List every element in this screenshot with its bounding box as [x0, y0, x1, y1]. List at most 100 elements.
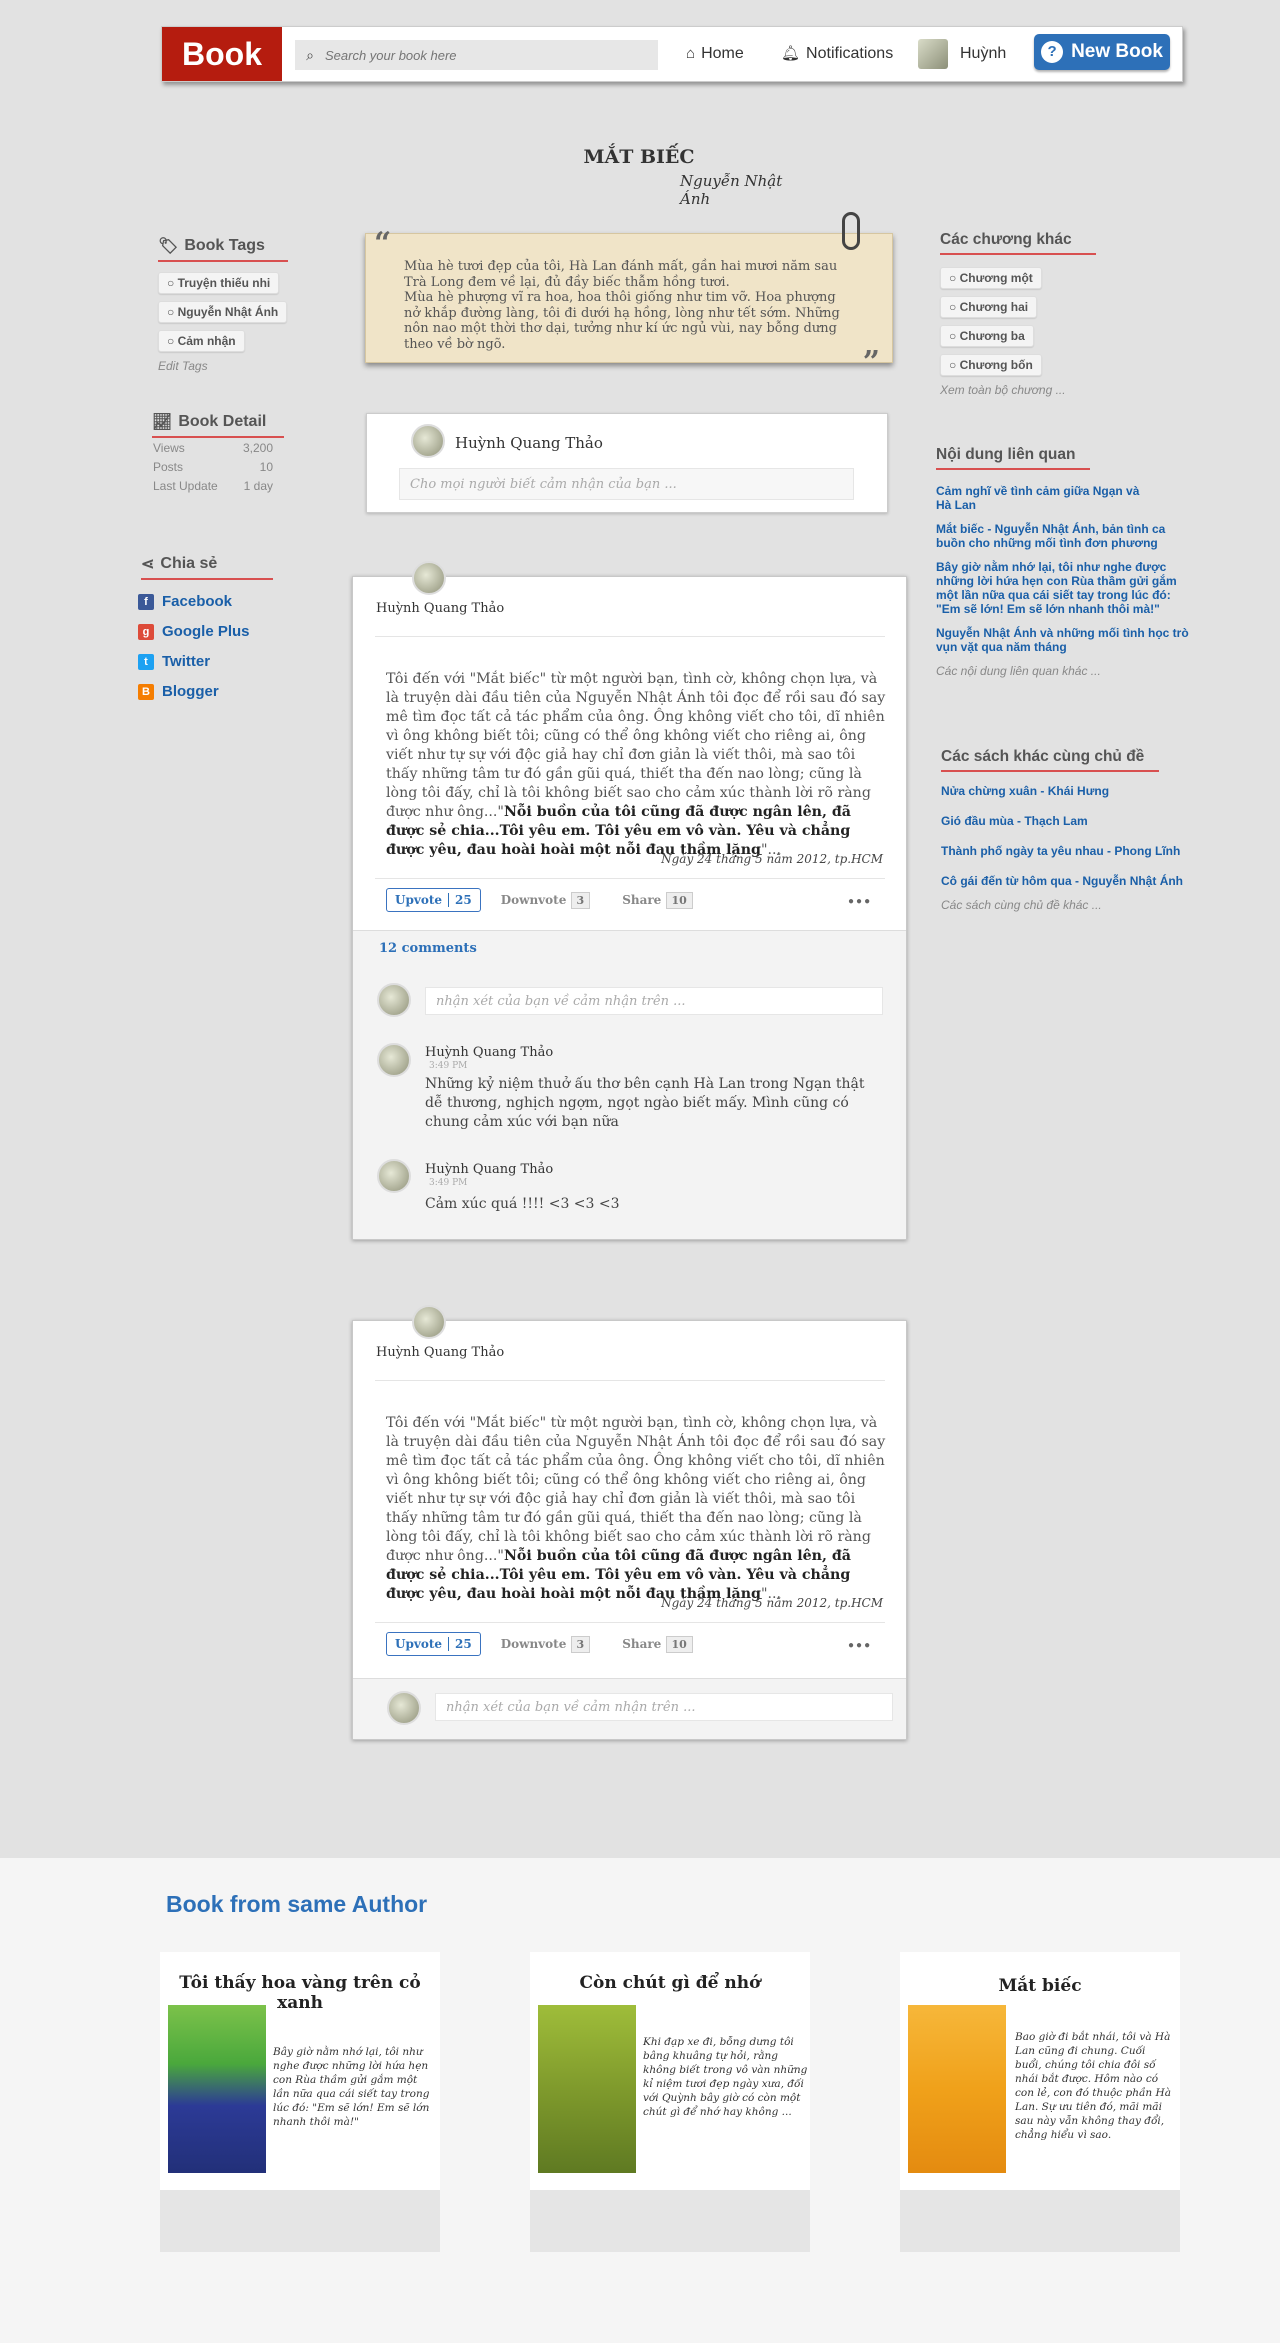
chapter-link[interactable]: Chương ba — [940, 325, 1034, 347]
composer-input[interactable]: Cho mọi người biết cảm nhận của bạn ... — [399, 468, 854, 500]
related-link[interactable]: Cảm nghĩ về tình cảm giữa Ngạn và Hà Lan — [936, 484, 1146, 512]
book-plus-icon: ? — [1041, 41, 1064, 63]
comment-text: Cảm xúc quá !!!! <3 <3 <3 — [425, 1196, 620, 1212]
divider — [375, 1622, 885, 1623]
comment-time: 3:49 PM — [429, 1061, 468, 1071]
book-detail-heading: 📈︎ Book Detail — [152, 412, 284, 438]
book-cover[interactable] — [538, 2005, 636, 2173]
upvote-button[interactable]: Upvote 25 — [386, 1632, 481, 1656]
same-topic-link[interactable]: Nửa chừng xuân - Khái Hưng — [941, 784, 1211, 798]
related-link[interactable]: Bây giờ nằm nhớ lại, tôi như nghe được n… — [936, 560, 1186, 616]
comment-author[interactable]: Huỳnh Quang Thảo — [425, 1045, 553, 1060]
card-footer — [160, 2190, 440, 2252]
composer-name: Huỳnh Quang Thảo — [455, 434, 603, 452]
detail-row: Posts 10 — [153, 460, 273, 474]
paperclip-icon — [842, 212, 860, 250]
share-googleplus[interactable]: g Google Plus — [138, 623, 250, 640]
related-link[interactable]: Mắt biếc - Nguyễn Nhật Ánh, bản tình ca … — [936, 522, 1171, 550]
detail-row: Last Update 1 day — [153, 479, 273, 493]
chapters-section: Các chương khác Chương một Chương hai Ch… — [940, 231, 1096, 397]
card-text: Bây giờ nằm nhớ lại, tôi như nghe được n… — [273, 2046, 430, 2128]
chapters-heading: Các chương khác — [940, 231, 1096, 255]
downvote-button[interactable]: Downvote 3 — [501, 892, 591, 909]
tags-heading: 🏷︎ Book Tags — [158, 236, 288, 262]
share-button[interactable]: Share 10 — [622, 892, 693, 909]
share-twitter[interactable]: t Twitter — [138, 653, 250, 670]
tag-item[interactable]: Nguyễn Nhật Ánh — [158, 301, 288, 323]
same-topic-section: Các sách khác cùng chủ đề Nửa chừng xuân… — [941, 748, 1211, 912]
related-section: Nội dung liên quan Cảm nghĩ về tình cảm … — [936, 446, 1206, 678]
comment-author[interactable]: Huỳnh Quang Thảo — [425, 1162, 553, 1177]
comment-avatar — [377, 1043, 411, 1077]
card-title[interactable]: Còn chút gì để nhớ — [530, 1973, 810, 1993]
tag-icon: 🏷︎ — [158, 238, 179, 255]
quote-line-1: Mùa hè tươi đẹp của tôi, Hà Lan đánh mất… — [404, 259, 838, 290]
upvote-button[interactable]: Upvote 25 — [386, 888, 481, 912]
tag-item[interactable]: Cảm nhận — [158, 330, 245, 352]
downvote-button[interactable]: Downvote 3 — [501, 1636, 591, 1653]
tags-section: 🏷︎ Book Tags — [158, 236, 288, 262]
card-footer — [900, 2190, 1180, 2252]
edit-tags-link[interactable]: Edit Tags — [158, 359, 287, 373]
post-date: Ngày 24 tháng 5 năm 2012, tp.HCM — [661, 1596, 883, 1610]
same-topic-link[interactable]: Gió đầu mùa - Thạch Lam — [941, 814, 1211, 828]
comments-count[interactable]: 12 comments — [379, 941, 477, 956]
post-avatar — [412, 1305, 446, 1339]
same-topic-link[interactable]: Cô gái đến từ hôm qua - Nguyễn Nhật Ánh — [941, 874, 1211, 888]
divider — [375, 878, 885, 879]
book-detail-list: Views 3,200 Posts 10 Last Update 1 day — [153, 441, 273, 498]
commenter-avatar — [377, 983, 411, 1017]
chapter-link[interactable]: Chương một — [940, 267, 1042, 289]
post-author[interactable]: Huỳnh Quang Thảo — [376, 601, 504, 616]
card-text: Khi đạp xe đi, bỗng dưng tôi bâng khuâng… — [643, 2036, 808, 2118]
logo[interactable]: Book — [162, 27, 282, 81]
nav-user[interactable]: Huỳnh — [918, 27, 1006, 81]
chapter-link[interactable]: Chương bốn — [940, 354, 1042, 376]
close-quote-icon: ” — [862, 344, 880, 380]
share-facebook[interactable]: f Facebook — [138, 593, 250, 610]
post-date: Ngày 24 tháng 5 năm 2012, tp.HCM — [661, 852, 883, 866]
share-button[interactable]: Share 10 — [622, 1636, 693, 1653]
home-icon: ⌂ — [686, 45, 696, 62]
comment-avatar — [377, 1159, 411, 1193]
book-cover[interactable] — [908, 2005, 1006, 2173]
post-composer: Huỳnh Quang Thảo Cho mọi người biết cảm … — [366, 413, 888, 513]
book-author[interactable]: Nguyễn Nhật Ánh — [680, 172, 800, 208]
facebook-icon: f — [138, 593, 154, 610]
post-body: Tôi đến với "Mắt biếc" từ một người bạn,… — [386, 671, 886, 858]
open-quote-icon: “ — [374, 226, 392, 261]
search-input[interactable] — [325, 47, 645, 63]
more-options-icon[interactable]: ●●● — [848, 1640, 872, 1651]
nav-notifications[interactable]: 🔔︎ Notifications — [781, 27, 893, 81]
top-header: Book ⌕ ⌂ Home 🔔︎ Notifications Huỳnh ? N… — [161, 26, 1183, 82]
more-options-icon[interactable]: ●●● — [848, 896, 872, 907]
same-topic-more-link[interactable]: Các sách cùng chủ đề khác ... — [941, 898, 1211, 912]
post-card: Huỳnh Quang Thảo Tôi đến với "Mắt biếc" … — [352, 1305, 907, 1740]
nav-home-label: Home — [701, 45, 744, 62]
new-book-button[interactable]: ? New Book — [1034, 34, 1170, 70]
comment-input[interactable]: nhận xét của bạn về cảm nhận trên ... — [435, 1693, 893, 1721]
book-cover[interactable] — [168, 2005, 266, 2173]
post-avatar — [412, 561, 446, 595]
card-title[interactable]: Mắt biếc — [900, 1976, 1180, 1996]
related-more-link[interactable]: Các nội dung liên quan khác ... — [936, 664, 1206, 678]
nav-home[interactable]: ⌂ Home — [686, 27, 744, 81]
tag-item[interactable]: Truyện thiếu nhi — [158, 272, 280, 294]
footer-title: Book from same Author — [166, 1891, 428, 1917]
search-box[interactable]: ⌕ — [295, 40, 658, 70]
same-topic-link[interactable]: Thành phố ngày ta yêu nhau - Phong Lĩnh — [941, 844, 1211, 858]
share-blogger[interactable]: B Blogger — [138, 683, 250, 700]
post-card: Huỳnh Quang Thảo Tôi đến với "Mắt biếc" … — [352, 561, 907, 1240]
related-link[interactable]: Nguyễn Nhật Ánh và những mối tình học tr… — [936, 626, 1198, 654]
related-heading: Nội dung liên quan — [936, 446, 1090, 470]
googleplus-icon: g — [138, 623, 154, 640]
share-heading: ⋖ Chia sẻ — [141, 554, 273, 580]
book-quote: “ ” Mùa hè tươi đẹp của tôi, Hà Lan đánh… — [365, 226, 893, 377]
chapter-link[interactable]: Chương hai — [940, 296, 1038, 318]
post-author[interactable]: Huỳnh Quang Thảo — [376, 1345, 504, 1360]
trend-icon: 📈︎ — [152, 414, 173, 431]
nav-user-label: Huỳnh — [960, 45, 1007, 62]
comment-input[interactable]: nhận xét của bạn về cảm nhận trên ... — [425, 987, 883, 1015]
blogger-icon: B — [138, 683, 154, 700]
chapters-more-link[interactable]: Xem toàn bộ chương ... — [940, 383, 1096, 397]
